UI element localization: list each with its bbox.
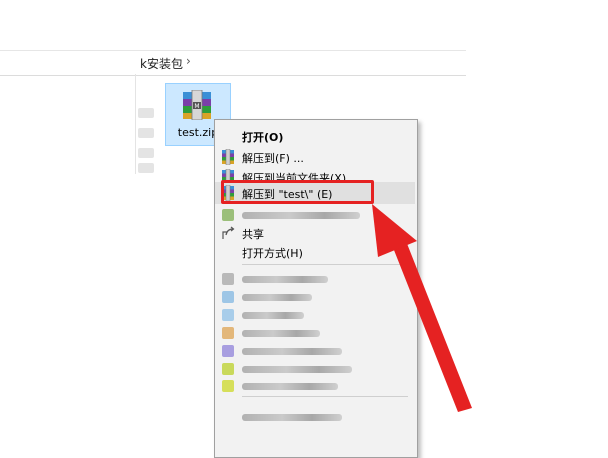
address-bar[interactable]: k安装包 › xyxy=(0,50,466,76)
breadcrumb-folder[interactable]: k安装包 xyxy=(140,55,183,72)
menu-item-open-with[interactable]: 打开方式(H) xyxy=(215,241,415,263)
navigation-item-blurred[interactable] xyxy=(138,108,154,118)
blurred-menu-text xyxy=(242,414,342,421)
menu-separator xyxy=(242,264,408,265)
blurred-app-icon xyxy=(222,380,234,392)
blurred-menu-text xyxy=(242,383,338,390)
blurred-menu-text xyxy=(242,330,320,337)
breadcrumb-chevron-icon[interactable]: › xyxy=(186,54,191,68)
navigation-pane-divider xyxy=(135,74,136,174)
blurred-app-icon xyxy=(222,345,234,357)
menu-item-blurred[interactable] xyxy=(215,375,415,397)
navigation-item-blurred[interactable] xyxy=(138,163,154,173)
menu-item-label: 打开(O) xyxy=(242,131,284,144)
blurred-app-icon xyxy=(222,309,234,321)
blurred-app-icon xyxy=(222,273,234,285)
svg-text:M: M xyxy=(194,103,199,110)
menu-item-partial[interactable] xyxy=(215,400,415,422)
navigation-item-blurred[interactable] xyxy=(138,128,154,138)
blurred-menu-text xyxy=(242,348,342,355)
blurred-menu-text xyxy=(242,294,312,301)
blurred-menu-text xyxy=(242,276,328,283)
winrar-archive-icon: M xyxy=(183,90,211,120)
share-icon xyxy=(222,226,235,239)
blurred-menu-text xyxy=(242,366,352,373)
blurred-menu-text xyxy=(242,312,304,319)
menu-item-label: 打开方式(H) xyxy=(242,247,303,260)
highlight-box xyxy=(221,180,374,204)
blurred-app-icon xyxy=(222,327,234,339)
menu-item-extract-to[interactable]: 解压到(F) ... xyxy=(215,146,415,168)
blurred-app-icon xyxy=(222,209,234,221)
menu-item-open[interactable]: 打开(O) xyxy=(215,125,415,147)
menu-item-label: 解压到(F) ... xyxy=(242,152,304,165)
menu-separator xyxy=(242,396,408,397)
blurred-app-icon xyxy=(222,291,234,303)
blurred-app-icon xyxy=(222,363,234,375)
menu-item-label: 共享 xyxy=(242,228,264,241)
blurred-menu-text xyxy=(242,212,360,219)
context-menu: 打开(O) 解压到(F) ... 解压到当前文件夹(X) 解压到 "test\"… xyxy=(214,119,418,458)
winrar-icon xyxy=(222,149,234,165)
navigation-item-blurred[interactable] xyxy=(138,148,154,158)
